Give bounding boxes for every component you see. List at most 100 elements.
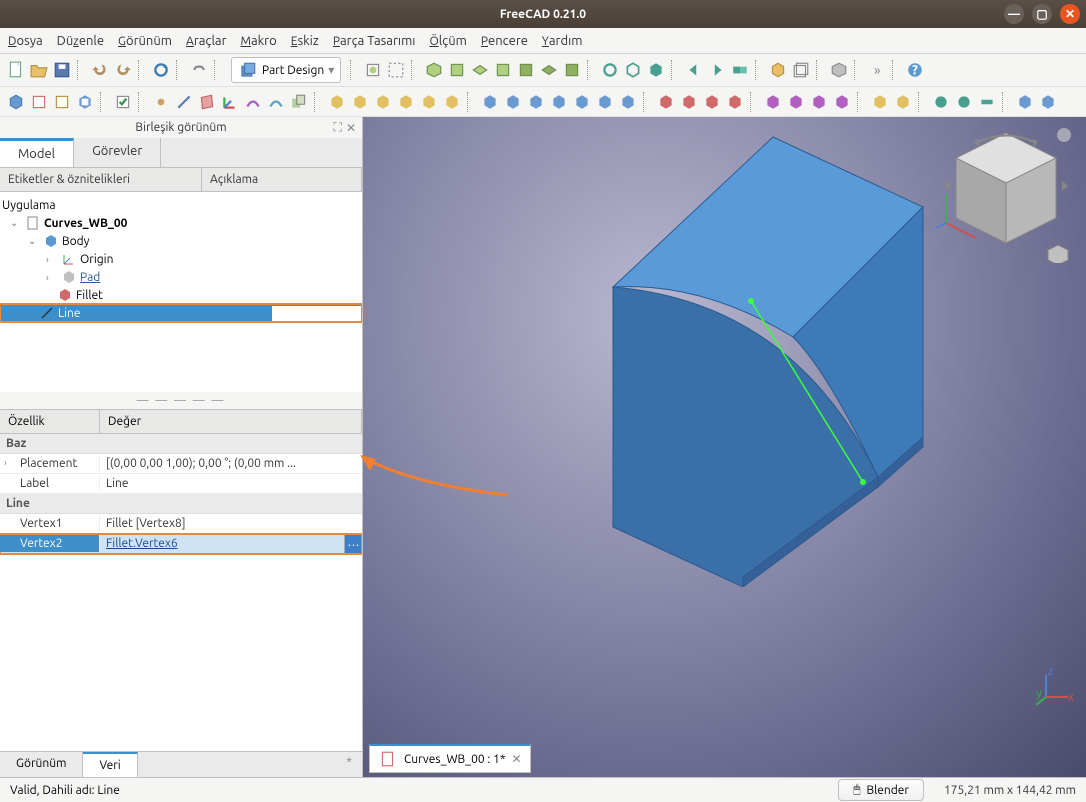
group-icon[interactable] [791, 60, 811, 80]
menu-help[interactable]: Yardım [542, 34, 583, 48]
iso-view-icon[interactable] [424, 60, 444, 80]
feat-migrate-icon[interactable] [893, 92, 913, 112]
nav-style-button[interactable]: 🖱 Blender [838, 779, 924, 801]
feat-subhelix-icon[interactable] [595, 92, 615, 112]
select-all-icon[interactable] [646, 60, 666, 80]
feat-polar-pattern-icon[interactable] [809, 92, 829, 112]
close-button[interactable]: ✕ [1060, 4, 1080, 24]
feat-draft-icon[interactable] [702, 92, 722, 112]
feat-helix-icon[interactable] [419, 92, 439, 112]
part-icon[interactable] [768, 60, 788, 80]
right-view-icon[interactable] [493, 60, 513, 80]
tab-model[interactable]: Model [0, 138, 74, 167]
edit-sketch-icon[interactable] [52, 92, 72, 112]
feat-chamfer-icon[interactable] [679, 92, 699, 112]
vargroup-icon[interactable] [829, 60, 849, 80]
create-body-icon[interactable] [6, 92, 26, 112]
clone-icon[interactable] [289, 92, 309, 112]
feat-gear-icon[interactable] [954, 92, 974, 112]
save-icon[interactable] [52, 60, 72, 80]
datum-plane-icon[interactable] [197, 92, 217, 112]
undo-icon[interactable] [90, 60, 110, 80]
prop-placement[interactable]: ›Placement [(0,00 0,00 1,00); 0,00 °; (0… [0, 454, 362, 474]
rear-view-icon[interactable] [516, 60, 536, 80]
feat-multitransform-icon[interactable] [832, 92, 852, 112]
menu-windows[interactable]: Pencere [481, 34, 528, 48]
prop-vertex2-link[interactable]: Fillet.Vertex6 [106, 537, 178, 550]
fit-selection-icon[interactable] [386, 60, 406, 80]
model-tree[interactable]: Uygulama ⌄ Curves_WB_00 ⌄ Body › Origin … [0, 192, 362, 392]
property-panel[interactable]: Baz ›Placement [(0,00 0,00 1,00); 0,00 °… [0, 434, 362, 751]
menu-macro[interactable]: Makro [241, 34, 277, 48]
sync-view-icon[interactable] [600, 60, 620, 80]
menu-edit[interactable]: Düzenle [57, 34, 104, 48]
feat-cube1-icon[interactable] [1015, 92, 1035, 112]
tree-toggle-icon[interactable]: ⌄ [28, 235, 40, 247]
menu-partdesign[interactable]: Parça Tasarımı [333, 34, 416, 48]
map-sketch-icon[interactable] [75, 92, 95, 112]
subshapebinder-icon[interactable] [266, 92, 286, 112]
panel-detach-icon[interactable]: ⛶ [334, 121, 342, 135]
feat-pocket-icon[interactable] [480, 92, 500, 112]
feat-boolean-icon[interactable] [870, 92, 890, 112]
feat-groove-icon[interactable] [526, 92, 546, 112]
feat-sweep-icon[interactable] [396, 92, 416, 112]
feat-pad-icon[interactable] [327, 92, 347, 112]
tree-fillet-label[interactable]: Fillet [76, 289, 103, 302]
go-forward-icon[interactable] [707, 60, 727, 80]
bottom-view-icon[interactable] [539, 60, 559, 80]
linked-obj-icon[interactable] [730, 60, 750, 80]
tree-body-label[interactable]: Body [62, 235, 89, 248]
feat-hole-icon[interactable] [503, 92, 523, 112]
proptab-data[interactable]: Veri [83, 752, 137, 777]
menu-view[interactable]: Görünüm [118, 34, 172, 48]
top-view-icon[interactable] [470, 60, 490, 80]
tree-doc-label[interactable]: Curves_WB_00 [44, 217, 127, 230]
navigation-cube[interactable] [936, 123, 1076, 263]
feat-cube2-icon[interactable] [1038, 92, 1058, 112]
more-icon[interactable]: » [867, 60, 887, 80]
linked-view-icon[interactable] [623, 60, 643, 80]
tab-tasks[interactable]: Görevler [74, 138, 161, 167]
refresh-icon[interactable] [151, 60, 171, 80]
proptab-view[interactable]: Görünüm [0, 752, 83, 777]
feat-mirror-icon[interactable] [763, 92, 783, 112]
datum-cs-icon[interactable] [220, 92, 240, 112]
maximize-button[interactable]: ▢ [1032, 4, 1052, 24]
tree-toggle-icon[interactable]: ⌄ [10, 217, 22, 229]
workbench-selector[interactable]: Part Design ▾ [231, 57, 341, 83]
tree-origin-label[interactable]: Origin [80, 253, 113, 266]
tree-toggle-icon[interactable]: › [46, 272, 58, 283]
feat-fillet-icon[interactable] [656, 92, 676, 112]
feat-linear-pattern-icon[interactable] [786, 92, 806, 112]
link-icon[interactable] [189, 60, 209, 80]
feat-loft-icon[interactable] [373, 92, 393, 112]
feat-sprocket-icon[interactable] [931, 92, 951, 112]
feat-thickness-icon[interactable] [725, 92, 745, 112]
new-file-icon[interactable] [6, 60, 26, 80]
datum-point-icon[interactable] [151, 92, 171, 112]
new-sketch-icon[interactable] [29, 92, 49, 112]
go-back-icon[interactable] [684, 60, 704, 80]
feat-revolution-icon[interactable] [350, 92, 370, 112]
datum-line-icon[interactable] [174, 92, 194, 112]
redo-icon[interactable] [113, 60, 133, 80]
feat-subloft-icon[interactable] [549, 92, 569, 112]
doc-tab-close-icon[interactable]: ✕ [512, 752, 522, 766]
prop-label[interactable]: Label Line [0, 474, 362, 494]
fit-all-icon[interactable] [363, 60, 383, 80]
front-view-icon[interactable] [447, 60, 467, 80]
open-file-icon[interactable] [29, 60, 49, 80]
feat-subbox-icon[interactable] [618, 92, 638, 112]
feat-subsweep-icon[interactable] [572, 92, 592, 112]
tree-pad-label[interactable]: Pad [80, 271, 100, 284]
document-tab[interactable]: Curves_WB_00 : 1* ✕ [369, 744, 531, 773]
prop-vertex2[interactable]: Vertex2 Fillet.Vertex6 … [0, 534, 362, 554]
validate-sketch-icon[interactable] [113, 92, 133, 112]
panel-splitter[interactable]: — — — — — [0, 392, 362, 409]
tree-toggle-icon[interactable]: › [46, 254, 58, 265]
panel-close-icon[interactable]: ✕ [346, 121, 356, 135]
prop-vertex1[interactable]: Vertex1 Fillet [Vertex8] [0, 514, 362, 534]
3d-viewport[interactable]: z x y Curves_WB_00 : 1* ✕ [363, 117, 1086, 777]
menu-sketch[interactable]: Eskiz [291, 34, 319, 48]
